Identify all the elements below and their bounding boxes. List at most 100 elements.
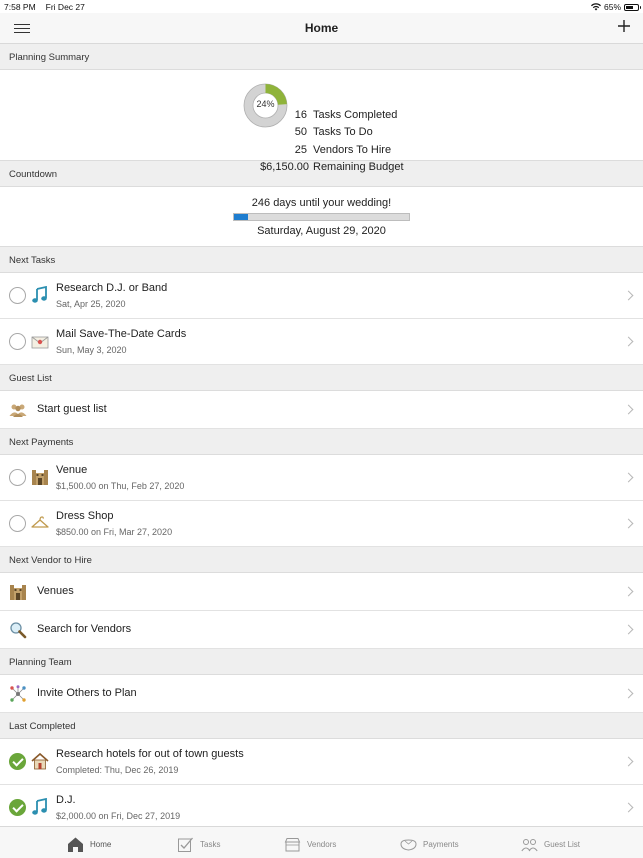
- chevron-right-icon: [623, 404, 634, 415]
- stat-value: 50: [294, 126, 307, 138]
- hanger-icon: [31, 516, 49, 528]
- payments-icon: [400, 838, 417, 851]
- search-vendors-label: Search for Vendors: [37, 623, 132, 635]
- planning-summary[interactable]: 24% 16 Tasks Completed 50 Tasks To Do 25…: [0, 70, 643, 173]
- payment-checkbox[interactable]: [9, 469, 26, 486]
- chevron-right-icon: [623, 472, 634, 483]
- stat-label: Tasks Completed: [313, 109, 398, 121]
- chevron-right-icon: [623, 518, 634, 529]
- chevron-right-icon: [623, 586, 634, 597]
- network-icon: [10, 685, 26, 702]
- stat-value: 25: [294, 144, 307, 156]
- chevron-right-icon: [623, 336, 634, 347]
- payment-row[interactable]: Venue $1,500.00 on Thu, Feb 27, 2020: [0, 455, 643, 501]
- house-icon: [31, 752, 49, 770]
- wedding-date: Saturday, August 29, 2020: [257, 225, 386, 237]
- invite-others-label: Invite Others to Plan: [37, 687, 137, 699]
- section-header-planning-team: Planning Team: [0, 649, 643, 675]
- chevron-right-icon: [623, 624, 634, 635]
- task-checkbox[interactable]: [9, 287, 26, 304]
- vendors-icon: [284, 837, 301, 851]
- task-title: Research D.J. or Band: [56, 282, 168, 294]
- navigation-bar: Home: [0, 13, 643, 44]
- completed-detail: $2,000.00 on Fri, Dec 27, 2019: [56, 811, 181, 821]
- search-vendors-row[interactable]: Search for Vendors: [0, 611, 643, 649]
- task-date: Sat, Apr 25, 2020: [56, 299, 126, 309]
- section-header-next-payments: Next Payments: [0, 429, 643, 455]
- payment-title: Dress Shop: [56, 510, 114, 522]
- tab-payments[interactable]: Payments: [400, 834, 459, 854]
- stat-label: Remaining Budget: [313, 161, 404, 173]
- guests-icon: [9, 404, 27, 417]
- status-bar: 7:58 PM Fri Dec 27 65%: [0, 0, 643, 13]
- vendor-label: Venues: [37, 585, 74, 597]
- status-left: 7:58 PM Fri Dec 27: [4, 2, 85, 12]
- invite-others-row[interactable]: Invite Others to Plan: [0, 675, 643, 713]
- stat-label: Tasks To Do: [313, 126, 373, 138]
- completed-row[interactable]: D.J. $2,000.00 on Fri, Dec 27, 2019: [0, 785, 643, 831]
- envelope-icon: [31, 336, 49, 349]
- tab-label: Tasks: [200, 839, 221, 849]
- task-row[interactable]: Research D.J. or Band Sat, Apr 25, 2020: [0, 273, 643, 319]
- completed-checkmark-icon[interactable]: [9, 799, 26, 816]
- chevron-right-icon: [623, 688, 634, 699]
- payment-detail: $1,500.00 on Thu, Feb 27, 2020: [56, 481, 185, 491]
- countdown-progress-bar: [233, 213, 410, 221]
- completed-row[interactable]: Research hotels for out of town guests C…: [0, 739, 643, 785]
- tab-label: Home: [90, 839, 112, 849]
- section-header-next-vendor: Next Vendor to Hire: [0, 547, 643, 573]
- task-row[interactable]: Mail Save-The-Date Cards Sun, May 3, 202…: [0, 319, 643, 365]
- countdown-progress-fill: [234, 214, 248, 220]
- donut-percent-label: 24%: [256, 99, 275, 109]
- music-note-icon: [32, 286, 47, 303]
- venue-icon: [32, 470, 48, 485]
- tab-vendors[interactable]: Vendors: [284, 834, 336, 854]
- section-header-last-completed: Last Completed: [0, 713, 643, 739]
- tab-tasks[interactable]: Tasks: [177, 834, 220, 854]
- countdown[interactable]: 246 days until your wedding! Saturday, A…: [0, 187, 643, 247]
- magnifier-icon: [10, 622, 27, 639]
- section-header-guest-list: Guest List: [0, 365, 643, 391]
- countdown-days: 246 days until your wedding!: [251, 197, 392, 209]
- music-note-icon: [32, 798, 47, 815]
- plus-icon: [618, 20, 630, 32]
- battery-icon: [624, 3, 641, 11]
- tab-label: Payments: [423, 839, 459, 849]
- home-icon: [68, 837, 83, 852]
- tab-label: Vendors: [307, 839, 337, 849]
- chevron-right-icon: [623, 290, 634, 301]
- task-checkbox[interactable]: [9, 333, 26, 350]
- battery-percent: 65%: [603, 2, 621, 12]
- tab-bar: Home Tasks Vendors Payments Guest List: [0, 826, 643, 858]
- guest-list-label: Start guest list: [37, 403, 107, 415]
- payment-row[interactable]: Dress Shop $850.00 on Fri, Mar 27, 2020: [0, 501, 643, 547]
- stat-value: 16: [294, 109, 307, 121]
- completed-title: D.J.: [56, 794, 76, 806]
- completed-detail: Completed: Thu, Dec 26, 2019: [56, 765, 179, 775]
- task-date: Sun, May 3, 2020: [56, 345, 127, 355]
- vendor-row[interactable]: Venues: [0, 573, 643, 611]
- add-button[interactable]: [617, 19, 631, 33]
- stat-value: $6,150.00: [260, 161, 309, 173]
- task-title: Mail Save-The-Date Cards: [56, 328, 187, 340]
- status-date: Fri Dec 27: [45, 2, 85, 12]
- section-header-planning-summary: Planning Summary: [0, 44, 643, 70]
- payment-checkbox[interactable]: [9, 515, 26, 532]
- stat-label: Vendors To Hire: [313, 144, 392, 156]
- checklist-icon: [178, 837, 193, 852]
- venue-icon: [10, 585, 26, 600]
- tab-guest-list[interactable]: Guest List: [521, 834, 580, 854]
- battery-level: [626, 5, 634, 9]
- completed-title: Research hotels for out of town guests: [56, 748, 244, 760]
- chevron-right-icon: [623, 756, 634, 767]
- section-header-next-tasks: Next Tasks: [0, 247, 643, 273]
- status-right: 65%: [590, 2, 641, 12]
- guest-list-icon: [521, 838, 538, 851]
- tab-label: Guest List: [544, 839, 581, 849]
- completed-checkmark-icon[interactable]: [9, 753, 26, 770]
- chevron-right-icon: [623, 802, 634, 813]
- page-title: Home: [304, 21, 339, 35]
- tab-home[interactable]: Home: [67, 834, 111, 854]
- wifi-icon: [590, 3, 601, 11]
- start-guest-list-row[interactable]: Start guest list: [0, 391, 643, 429]
